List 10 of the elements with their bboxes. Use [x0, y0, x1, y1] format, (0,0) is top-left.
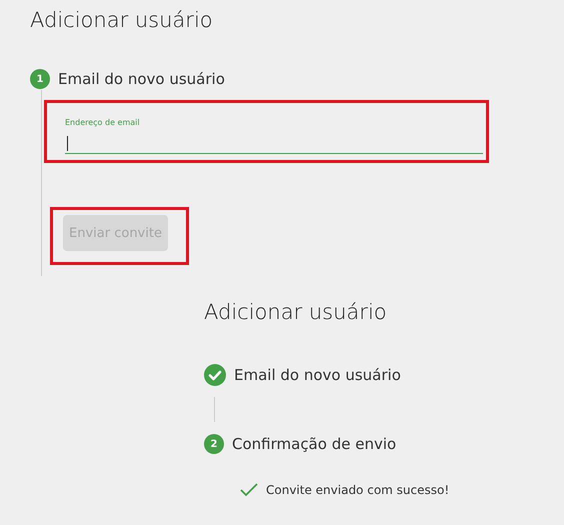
check-icon	[240, 483, 258, 497]
page-title: Adicionar usuário	[30, 7, 213, 34]
step-number: 1	[30, 69, 50, 89]
step-label: Email do novo usuário	[234, 366, 401, 384]
step-label: Email do novo usuário	[58, 70, 225, 88]
step-label: Confirmação de envio	[232, 435, 396, 453]
page-title: Adicionar usuário	[204, 299, 387, 326]
success-message: Convite enviado com sucesso!	[266, 483, 450, 497]
step-number: 2	[204, 434, 224, 454]
email-field[interactable]: Endereço de email	[44, 100, 489, 163]
